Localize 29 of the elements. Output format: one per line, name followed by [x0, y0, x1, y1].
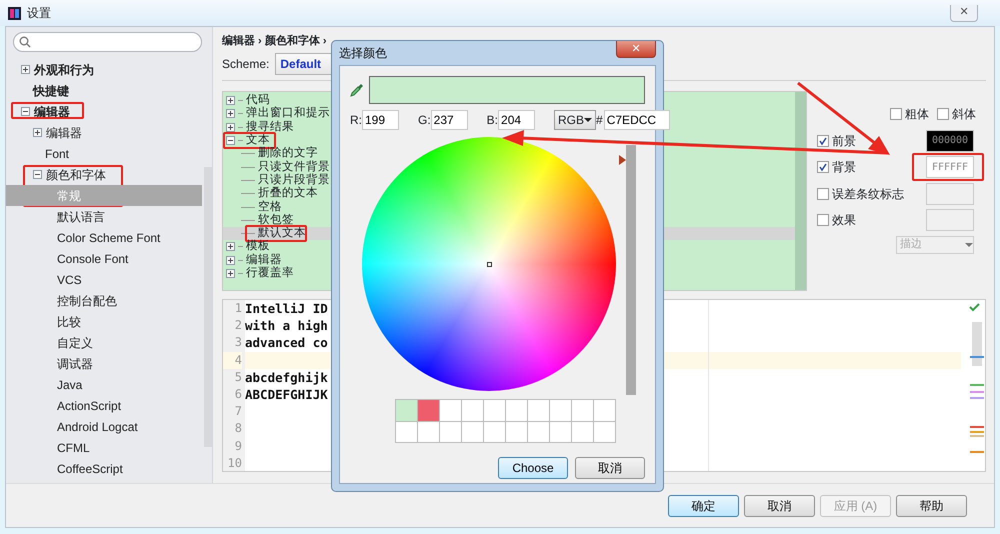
code-line: advanced co — [245, 334, 328, 352]
checkbox-label: 背景 — [832, 159, 856, 176]
scheme-label: Scheme: — [222, 56, 270, 72]
code-line: with a high — [245, 317, 328, 334]
checkbox-label: 斜体 — [952, 106, 976, 124]
hash-label: # — [596, 112, 603, 129]
line-number: 5 — [234, 368, 242, 386]
checkbox-label: 粗体 — [905, 106, 929, 124]
checkbox-label: 前景 — [832, 132, 856, 150]
line-number: 7 — [234, 403, 242, 420]
line-number: 10 — [226, 454, 242, 472]
dialog-title: 选择颜色 — [339, 45, 387, 62]
field-label: B: — [486, 112, 498, 129]
code-line: ABCDEFGHIJK — [245, 386, 328, 404]
line-number: 6 — [234, 386, 242, 403]
line-number: 4 — [223, 352, 242, 369]
line-number: 3 — [234, 334, 242, 352]
line-number: 8 — [234, 420, 242, 438]
breadcrumb: 编辑器 › 颜色和字体 › — [222, 34, 326, 49]
code-line: IntelliJ ID — [245, 300, 328, 318]
field-label: G: — [418, 112, 431, 129]
checkbox-label: 效果 — [832, 212, 856, 230]
line-number: 1 — [234, 300, 242, 317]
field-label: R: — [350, 112, 362, 129]
code-line: abcdefghijk — [245, 368, 328, 386]
window-title: 设置 — [27, 5, 51, 22]
checkbox-label: 误差条纹标志 — [832, 186, 904, 203]
line-number: 9 — [234, 438, 242, 454]
line-number: 2 — [234, 317, 242, 334]
